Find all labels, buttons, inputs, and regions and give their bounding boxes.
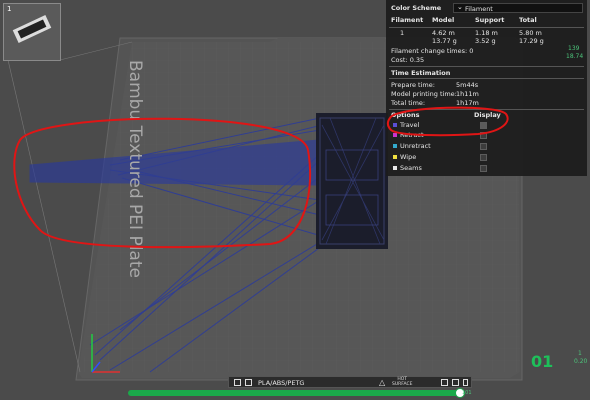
seams-swatch — [393, 166, 397, 170]
plate-lock-icon[interactable] — [245, 379, 252, 386]
screen-icon[interactable] — [452, 379, 459, 386]
hot-surface-label: HOT SURFACE — [392, 377, 413, 387]
plate-settings-icon[interactable] — [234, 379, 241, 386]
color-scheme-title: Color Scheme — [391, 4, 442, 12]
total-length: 5.80 m — [519, 29, 542, 37]
current-layer-indicator: 01 — [531, 352, 554, 371]
support-weight: 3.52 g — [475, 37, 496, 45]
option-label: Unretract — [400, 142, 431, 150]
color-scheme-dropdown[interactable]: ⌄ Filament — [453, 3, 583, 13]
plate-thumbnail-image — [12, 15, 52, 43]
plate-label: Bambu Textured PEI Plate — [125, 60, 145, 278]
option-retract[interactable]: Retract — [391, 131, 583, 140]
plate-info-bar: PLA/ABS/PETG △ HOT SURFACE — [228, 376, 472, 388]
travel-swatch — [393, 123, 397, 127]
filament-type-label: PLA/ABS/PETG — [258, 379, 305, 387]
view-icon[interactable] — [441, 379, 448, 386]
support-length: 1.18 m — [475, 29, 498, 37]
total-time-value: 1h17m — [456, 99, 479, 107]
wipe-swatch — [393, 155, 397, 159]
layer-top-height: 18.74 — [566, 53, 584, 60]
color-scheme-value: Filament — [465, 5, 493, 13]
option-wipe[interactable]: Wipe — [391, 153, 583, 162]
travel-display-toggle[interactable] — [480, 122, 487, 129]
legend-panel: Color Scheme ⌄ Filament Filament Model S… — [386, 0, 587, 176]
seams-display-toggle[interactable] — [480, 165, 487, 172]
prepare-time-label: Prepare time: — [391, 81, 435, 89]
option-label: Wipe — [400, 153, 417, 161]
col-total: Total — [519, 16, 537, 24]
prepare-time-value: 5m44s — [456, 81, 479, 89]
edit-icon[interactable] — [463, 379, 468, 386]
unretract-swatch — [393, 144, 397, 148]
option-label: Retract — [400, 131, 424, 139]
retract-display-toggle[interactable] — [480, 132, 487, 139]
cost: Cost: 0.35 — [391, 56, 425, 64]
option-unretract[interactable]: Unretract — [391, 142, 583, 151]
option-label: Travel — [400, 121, 420, 129]
unretract-display-toggle[interactable] — [480, 143, 487, 150]
layer-bottom-number: 1 — [578, 350, 582, 357]
option-label: Seams — [400, 164, 422, 172]
filament-change-times: Filament change times: 0 — [391, 47, 474, 55]
model-length: 4.62 m — [432, 29, 455, 37]
display-header: Display — [474, 111, 501, 119]
warning-icon: △ — [379, 378, 386, 387]
color-scheme-row: Color Scheme ⌄ Filament — [391, 3, 583, 14]
slider-end-value: 101 — [462, 390, 472, 396]
option-travel[interactable]: Travel — [391, 121, 583, 130]
printed-model — [316, 113, 388, 249]
model-weight: 13.77 g — [432, 37, 457, 45]
layer-top-number: 139 — [568, 45, 580, 52]
chevron-down-icon: ⌄ — [457, 3, 463, 11]
col-support: Support — [475, 16, 505, 24]
total-weight: 17.29 g — [519, 37, 544, 45]
col-filament: Filament — [391, 16, 424, 24]
layer-move-slider[interactable] — [128, 390, 460, 396]
time-estimation-title: Time Estimation — [391, 69, 451, 77]
total-time-label: Total time: — [391, 99, 426, 107]
col-model: Model — [432, 16, 455, 24]
model-printing-time-value: 1h11m — [456, 90, 479, 98]
layer-bottom-height: 0.20 — [574, 358, 588, 365]
options-header: Options — [391, 111, 420, 119]
filament-index: 1 — [400, 29, 405, 37]
table-row: 1 4.62 m 13.77 g 1.18 m 3.52 g 5.80 m 17… — [386, 29, 587, 47]
option-seams[interactable]: Seams — [391, 164, 583, 173]
model-printing-time-label: Model printing time: — [391, 90, 457, 98]
filament-table-header: Filament Model Support Total — [386, 16, 587, 26]
retract-swatch — [393, 133, 397, 137]
plate-thumbnail[interactable]: 1 — [3, 3, 61, 61]
wipe-display-toggle[interactable] — [480, 154, 487, 161]
